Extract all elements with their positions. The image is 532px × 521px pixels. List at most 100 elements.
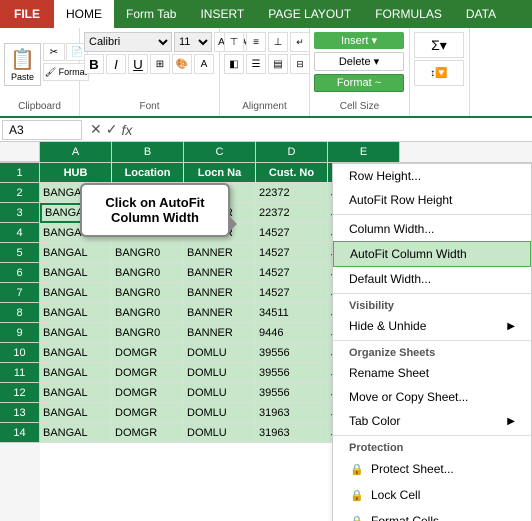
align-bottom-button[interactable]: ⊥ (268, 32, 288, 52)
tab-pagelayout[interactable]: PAGE LAYOUT (256, 0, 363, 28)
row-header-9[interactable]: 9 (0, 323, 40, 343)
cell-A6[interactable]: BANGAL (40, 263, 112, 283)
cell-A11[interactable]: BANGAL (40, 363, 112, 383)
cell-D3[interactable]: 22372 (256, 203, 328, 223)
tab-file[interactable]: FILE (0, 0, 54, 28)
cell-A5[interactable]: BANGAL (40, 243, 112, 263)
insert-function-icon[interactable]: fx (121, 122, 132, 138)
cell-D8[interactable]: 34511 (256, 303, 328, 323)
cell-A8[interactable]: BANGAL (40, 303, 112, 323)
row-header-5[interactable]: 5 (0, 243, 40, 263)
cell-A10[interactable]: BANGAL (40, 343, 112, 363)
menu-item-tab-color[interactable]: Tab Color ▶ (333, 409, 531, 433)
cell-C13[interactable]: DOMLU (184, 403, 256, 423)
cell-D9[interactable]: 9446 (256, 323, 328, 343)
border-button[interactable]: ⊞ (150, 54, 170, 74)
bold-button[interactable]: B (84, 54, 104, 74)
row-header-8[interactable]: 8 (0, 303, 40, 323)
menu-item-col-width[interactable]: Column Width... (333, 217, 531, 241)
merge-button[interactable]: ⊟ (290, 54, 310, 74)
cell-C1[interactable]: Locn Na (184, 163, 256, 183)
cell-D7[interactable]: 14527 (256, 283, 328, 303)
cell-A7[interactable]: BANGAL (40, 283, 112, 303)
cell-C10[interactable]: DOMLU (184, 343, 256, 363)
fill-color-button[interactable]: 🎨 (172, 54, 192, 74)
cell-C11[interactable]: DOMLU (184, 363, 256, 383)
row-header-1[interactable]: 1 (0, 163, 40, 183)
cell-D4[interactable]: 14527 (256, 223, 328, 243)
confirm-formula-icon[interactable]: ✓ (106, 121, 118, 138)
row-header-6[interactable]: 6 (0, 263, 40, 283)
cell-D5[interactable]: 14527 (256, 243, 328, 263)
row-header-3[interactable]: 3 (0, 203, 40, 223)
cell-C6[interactable]: BANNER (184, 263, 256, 283)
row-header-4[interactable]: 4 (0, 223, 40, 243)
col-header-C[interactable]: C (184, 142, 256, 162)
align-middle-button[interactable]: ≡ (246, 32, 266, 52)
cell-D1[interactable]: Cust. No (256, 163, 328, 183)
row-header-13[interactable]: 13 (0, 403, 40, 423)
cell-C5[interactable]: BANNER (184, 243, 256, 263)
cell-D12[interactable]: 39556 (256, 383, 328, 403)
cell-C8[interactable]: BANNER (184, 303, 256, 323)
menu-item-lock-cell[interactable]: 🔒 Lock Cell (333, 482, 531, 508)
row-header-12[interactable]: 12 (0, 383, 40, 403)
cell-C14[interactable]: DOMLU (184, 423, 256, 443)
col-header-B[interactable]: B (112, 142, 184, 162)
align-top-button[interactable]: ⊤ (224, 32, 244, 52)
autosum-button[interactable]: Σ▾ (414, 32, 464, 58)
cell-D13[interactable]: 31963 (256, 403, 328, 423)
align-left-button[interactable]: ◧ (224, 54, 244, 74)
name-box[interactable] (2, 120, 82, 140)
format-button[interactable]: Format ~ (314, 74, 404, 92)
delete-button[interactable]: Delete ▾ (314, 52, 404, 71)
cell-B8[interactable]: BANGR0 (112, 303, 184, 323)
font-name-select[interactable]: Calibri (84, 32, 172, 52)
row-header-10[interactable]: 10 (0, 343, 40, 363)
cell-B6[interactable]: BANGR0 (112, 263, 184, 283)
cell-D10[interactable]: 39556 (256, 343, 328, 363)
cell-C12[interactable]: DOMLU (184, 383, 256, 403)
cell-D11[interactable]: 39556 (256, 363, 328, 383)
insert-button[interactable]: Insert ▾ (314, 32, 404, 49)
menu-item-move-copy[interactable]: Move or Copy Sheet... (333, 385, 531, 409)
cell-C7[interactable]: BANNER (184, 283, 256, 303)
menu-item-rename-sheet[interactable]: Rename Sheet (333, 361, 531, 385)
cell-B1[interactable]: Location (112, 163, 184, 183)
cancel-formula-icon[interactable]: ✕ (90, 121, 102, 138)
cell-C9[interactable]: BANNER (184, 323, 256, 343)
paste-button[interactable]: 📋 Paste (4, 43, 41, 86)
cell-B11[interactable]: DOMGR (112, 363, 184, 383)
cell-A9[interactable]: BANGAL (40, 323, 112, 343)
cut-button[interactable]: ✂ (43, 43, 65, 61)
menu-item-format-cells[interactable]: 🔒 Format Cells... (333, 508, 531, 521)
col-header-E[interactable]: E (328, 142, 400, 162)
menu-item-default-width[interactable]: Default Width... (333, 267, 531, 291)
col-header-D[interactable]: D (256, 142, 328, 162)
cell-D6[interactable]: 14527 (256, 263, 328, 283)
italic-button[interactable]: I (106, 54, 126, 74)
cell-A12[interactable]: BANGAL (40, 383, 112, 403)
row-header-2[interactable]: 2 (0, 183, 40, 203)
cell-B10[interactable]: DOMGR (112, 343, 184, 363)
cell-B12[interactable]: DOMGR (112, 383, 184, 403)
wrap-text-button[interactable]: ↵ (290, 32, 310, 52)
cell-B5[interactable]: BANGR0 (112, 243, 184, 263)
cell-A13[interactable]: BANGAL (40, 403, 112, 423)
font-color-button[interactable]: A (194, 54, 214, 74)
cell-A14[interactable]: BANGAL (40, 423, 112, 443)
cell-B14[interactable]: DOMGR (112, 423, 184, 443)
cell-B9[interactable]: BANGR0 (112, 323, 184, 343)
sort-filter-button[interactable]: ↕🔽 (414, 60, 464, 86)
tab-home[interactable]: HOME (54, 0, 114, 28)
cell-B7[interactable]: BANGR0 (112, 283, 184, 303)
menu-item-hide-unhide[interactable]: Hide & Unhide ▶ (333, 314, 531, 338)
tab-insert[interactable]: INSERT (188, 0, 256, 28)
row-header-14[interactable]: 14 (0, 423, 40, 443)
cell-D14[interactable]: 31963 (256, 423, 328, 443)
tab-formtab[interactable]: Form Tab (114, 0, 188, 28)
tab-formulas[interactable]: FORMULAS (363, 0, 454, 28)
menu-item-autofit-col[interactable]: AutoFit Column Width (333, 241, 531, 267)
align-center-button[interactable]: ☰ (246, 54, 266, 74)
font-size-select[interactable]: 11 (174, 32, 212, 52)
